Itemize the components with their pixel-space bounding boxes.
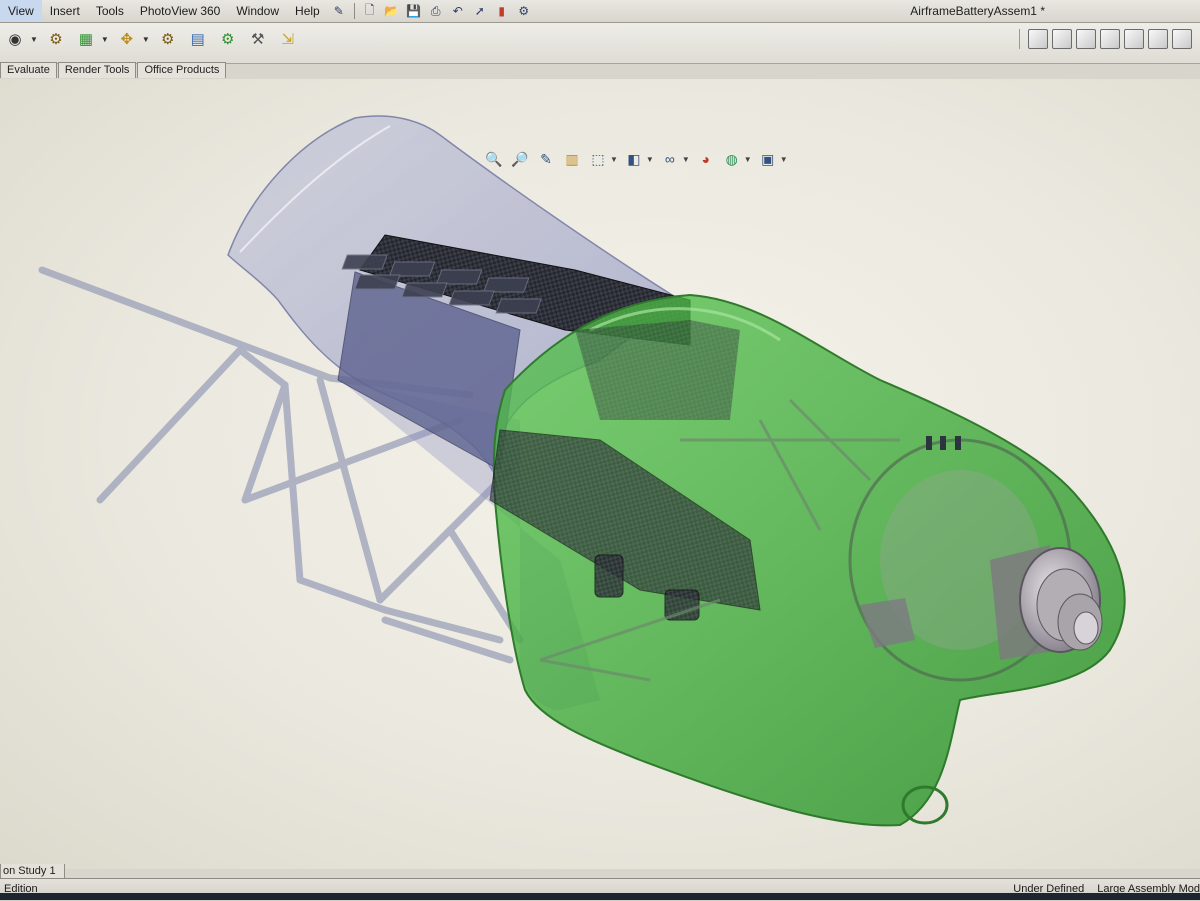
zoom-to-area-icon[interactable]: 🔎: [510, 149, 530, 169]
view-orientation-icon[interactable]: ⬚: [588, 149, 608, 169]
edit-appearance-icon[interactable]: ◕: [696, 149, 716, 169]
propeller-hub[interactable]: [990, 545, 1103, 660]
new-motion-study-icon[interactable]: ⚒: [246, 27, 270, 51]
print-icon[interactable]: ⎙: [428, 3, 444, 19]
rebuild-icon[interactable]: ▮: [494, 3, 510, 19]
quick-access-divider: [353, 3, 355, 19]
open-folder-icon[interactable]: 📂: [384, 3, 400, 19]
command-manager: ◉ ▼ ⚙ ▦ ▼ ✥ ▼ ⚙ ▤ ⚙ ⚒ ⇲: [0, 23, 1200, 64]
new-document-icon[interactable]: 🗋: [362, 3, 378, 19]
tab-render-tools[interactable]: Render Tools: [57, 62, 137, 78]
mate-icon[interactable]: ⚙: [44, 27, 68, 51]
display-style-icon[interactable]: ◧: [624, 149, 644, 169]
assembly-model[interactable]: [0, 79, 1200, 869]
chevron-down-icon[interactable]: ▼: [646, 155, 654, 164]
options-icon[interactable]: ⚙: [516, 3, 532, 19]
chevron-down-icon[interactable]: ▼: [780, 155, 788, 164]
tab-evaluate[interactable]: Evaluate: [0, 62, 57, 78]
window-title: AirframeBatteryAssem1 *: [910, 4, 1045, 18]
reference-geometry-icon[interactable]: ⚙: [216, 27, 240, 51]
heads-up-view-toolbar: 🔍 🔎 ✎ ▥ ⬚ ▼ ◧ ▼ ∞ ▼ ◕ ◍ ▼ ▣ ▼: [484, 149, 788, 169]
section-view-icon[interactable]: ▥: [562, 149, 582, 169]
menu-view[interactable]: View: [0, 0, 42, 22]
menu-window[interactable]: Window: [228, 0, 287, 22]
view-settings-icon[interactable]: ▣: [758, 149, 778, 169]
move-component-icon[interactable]: ✥: [115, 27, 139, 51]
chevron-down-icon[interactable]: ▼: [744, 155, 752, 164]
menu-help[interactable]: Help: [287, 0, 328, 22]
menu-bar: View Insert Tools PhotoView 360 Window H…: [0, 0, 1200, 23]
isometric-cube-icon[interactable]: [1028, 29, 1048, 49]
motor-connectors: [926, 436, 961, 450]
tab-office-products[interactable]: Office Products: [137, 62, 227, 78]
chevron-down-icon[interactable]: ▼: [30, 35, 38, 44]
back-cube-icon[interactable]: [1124, 29, 1144, 49]
command-manager-tabs: Evaluate Render Tools Office Products: [0, 62, 227, 78]
apply-scene-icon[interactable]: ◍: [722, 149, 742, 169]
trimetric-cube-icon[interactable]: [1148, 29, 1168, 49]
assembly-features-icon[interactable]: ▤: [186, 27, 210, 51]
battery-pack-upper[interactable]: [575, 320, 740, 420]
front-cube-icon[interactable]: [1052, 29, 1072, 49]
menu-insert[interactable]: Insert: [42, 0, 88, 22]
chevron-down-icon[interactable]: ▼: [142, 35, 150, 44]
previous-view-icon[interactable]: ✎: [536, 149, 556, 169]
top-cube-icon[interactable]: [1076, 29, 1096, 49]
linear-pattern-icon[interactable]: ▦: [74, 27, 98, 51]
chevron-down-icon[interactable]: ▼: [682, 155, 690, 164]
eye-icon[interactable]: ◉: [3, 27, 27, 51]
chevron-down-icon[interactable]: ▼: [610, 155, 618, 164]
menu-tools[interactable]: Tools: [88, 0, 132, 22]
undo-icon[interactable]: ↶: [450, 3, 466, 19]
menu-photoview-360[interactable]: PhotoView 360: [132, 0, 229, 22]
right-cube-icon[interactable]: [1100, 29, 1120, 49]
os-taskbar: [0, 893, 1200, 900]
select-icon[interactable]: ➚: [472, 3, 488, 19]
save-icon[interactable]: 💾: [406, 3, 422, 19]
pin-icon[interactable]: ✎: [331, 3, 347, 19]
hide-show-items-icon[interactable]: ∞: [660, 149, 680, 169]
zoom-to-fit-icon[interactable]: 🔍: [484, 149, 504, 169]
bill-of-materials-icon[interactable]: ⇲: [276, 27, 300, 51]
motion-study-tab[interactable]: on Study 1: [0, 864, 65, 879]
chevron-down-icon[interactable]: ▼: [101, 35, 109, 44]
show-hidden-components-icon[interactable]: ⚙: [156, 27, 180, 51]
dimetric-cube-icon[interactable]: [1172, 29, 1192, 49]
view-orientation-toolbar: [1019, 29, 1192, 49]
graphics-area[interactable]: 🔍 🔎 ✎ ▥ ⬚ ▼ ◧ ▼ ∞ ▼ ◕ ◍ ▼ ▣ ▼: [0, 79, 1200, 869]
